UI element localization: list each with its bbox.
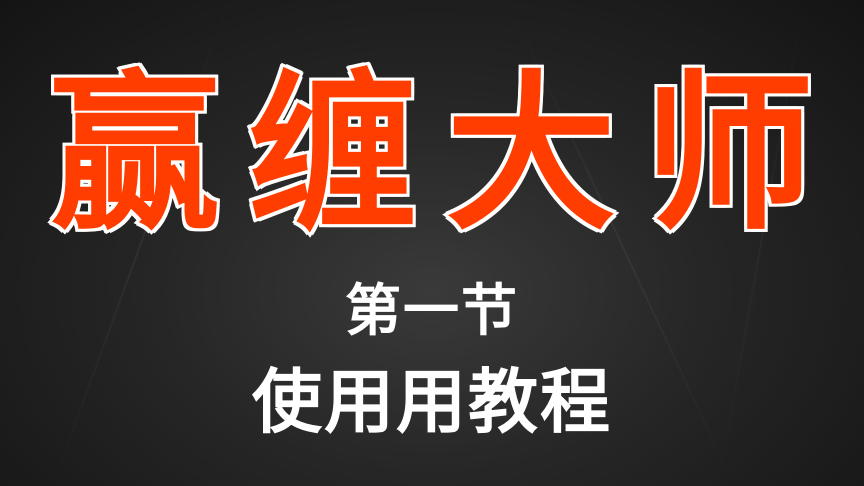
main-title: 赢缠大师: [47, 56, 842, 254]
lesson-number: 第一节: [345, 279, 519, 344]
lesson-subtitle: 使用用教程: [252, 361, 612, 443]
